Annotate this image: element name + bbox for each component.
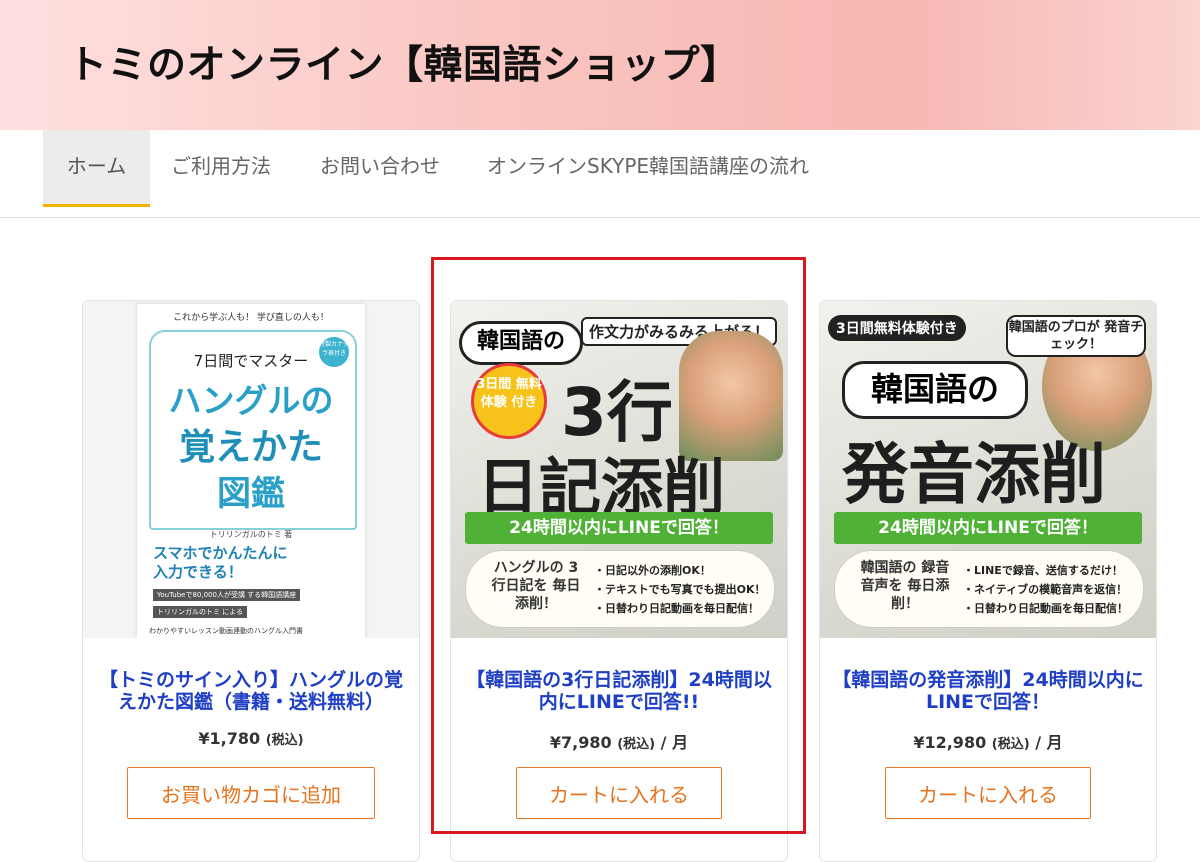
product-image[interactable]: 3日間無料体験付き 韓国語のプロが 発音チェック！ 韓国語の 発音添削 24時間… — [820, 301, 1156, 638]
promo-feature-box: ハングルの 3行日記を 毎日添削！ ・日記以外の添削OK！ ・テキストでも写真で… — [465, 550, 775, 628]
promo-green-bar: 24時間以内にLINEで回答！ — [465, 512, 773, 544]
promo-big: 発音添削 — [842, 436, 1106, 513]
add-to-cart-button[interactable]: カートに入れる — [516, 767, 722, 819]
price-period: / 月 — [1029, 733, 1063, 752]
tax-label: (税込) — [617, 737, 656, 752]
promo-bullet: ・日記以外の添削OK！ — [594, 564, 711, 577]
nav-item-contact[interactable]: お問い合わせ — [320, 130, 440, 204]
tax-label: (税込) — [991, 737, 1030, 752]
book-subtitle: 7日間でマスター — [193, 352, 309, 370]
promo-feature-box: 韓国語の 録音音声を 毎日添削！ ・LINEで録音、送信するだけ！ ・ネイティブ… — [834, 550, 1144, 628]
promo-bullets: ・日記以外の添削OK！ ・テキストでも写真でも提出OK！ ・日替わり日記動画を毎… — [594, 561, 766, 618]
book-title-line2: 覚えかた — [178, 427, 323, 468]
promo-laurel: ハングルの 3行日記を 毎日添削！ — [491, 560, 581, 612]
promo-pill: 韓国語の — [842, 361, 1028, 419]
promo-bullet: ・日替わり日記動画を毎日配信！ — [963, 602, 1128, 615]
promo-bullet: ・ネイティブの模範音声を返信！ — [963, 583, 1128, 596]
promo-catch: 韓国語のプロが 発音チェック！ — [1006, 315, 1146, 357]
book-lower-heading-1: スマホでかんたんに — [153, 544, 288, 562]
book-title-line3: 図鑑 — [217, 474, 285, 514]
trial-badge: 3日間無料体験付き — [828, 315, 966, 341]
promo-bullet: ・LINEで録音、送信するだけ！ — [963, 564, 1123, 577]
tax-label: (税込) — [265, 733, 304, 748]
book-author: トリリンガルのトミ 著 — [209, 530, 293, 539]
price-value: ¥7,980 — [549, 733, 612, 752]
price-period: / 月 — [655, 733, 689, 752]
book-tagline: これから学ぶ人も！ 学び直しの人も！ — [173, 313, 329, 323]
add-to-cart-button[interactable]: カートに入れる — [885, 767, 1091, 819]
book-lower-row-1: YouTubeで80,000人が受講 する韓国語講座 — [153, 589, 301, 601]
nav-item-skype-course-flow[interactable]: オンラインSKYPE韓国語講座の流れ — [487, 130, 809, 204]
product-card: 韓国語の 作文力がみるみる上がる！ 3日間 無料体験 付き 3行 日記添削 24… — [450, 300, 788, 862]
book-lower-row-2: トリリンガルのトミ による — [153, 606, 248, 618]
book-lower-heading-2: 入力できる！ — [153, 563, 243, 581]
site-title[interactable]: トミのオンライン【韓国語ショップ】 — [68, 34, 740, 90]
price-value: ¥1,780 — [198, 729, 261, 748]
product-price: ¥1,780 (税込) — [83, 729, 419, 748]
product-price: ¥12,980 (税込) / 月 — [820, 729, 1156, 753]
book-cover: これから学ぶ人も！ 学び直しの人も！ 特製カナダラ表付き 7日間でマスター ハン… — [137, 304, 365, 638]
promo-bullets: ・LINEで録音、送信するだけ！ ・ネイティブの模範音声を返信！ ・日替わり日記… — [963, 561, 1128, 618]
promo-banner: 韓国語の 作文力がみるみる上がる！ 3日間 無料体験 付き 3行 日記添削 24… — [451, 301, 787, 638]
price-value: ¥12,980 — [913, 733, 987, 752]
product-title[interactable]: 【韓国語の3行日記添削】24時間以内にLINEで回答!! — [461, 669, 777, 713]
book-lower-heading: スマホでかんたんに 入力できる！ — [153, 544, 288, 582]
add-to-cart-button[interactable]: お買い物カゴに追加 — [127, 767, 375, 819]
main-nav: ホーム ご利用方法 お問い合わせ オンラインSKYPE韓国語講座の流れ — [0, 130, 1200, 218]
promo-green-bar: 24時間以内にLINEで回答！ — [834, 512, 1142, 544]
nav-item-home[interactable]: ホーム — [43, 130, 150, 207]
promo-laurel: 韓国語の 録音音声を 毎日添削！ — [860, 560, 950, 612]
book-lower-foot: わかりやすいレッスン動画連動のハングル入門書 — [149, 627, 303, 635]
nav-item-how-to-use[interactable]: ご利用方法 — [171, 130, 271, 204]
book-title-line1: ハングルの — [168, 381, 334, 420]
product-image[interactable]: これから学ぶ人も！ 学び直しの人も！ 特製カナダラ表付き 7日間でマスター ハン… — [83, 301, 419, 638]
trial-badge: 3日間 無料体験 付き — [471, 363, 547, 439]
product-title[interactable]: 【トミのサイン入り】ハングルの覚えかた図鑑（書籍・送料無料） — [93, 669, 409, 713]
promo-bullet: ・日替わり日記動画を毎日配信！ — [594, 602, 759, 615]
site-header: トミのオンライン【韓国語ショップ】 — [0, 0, 1200, 130]
product-price: ¥7,980 (税込) / 月 — [451, 729, 787, 753]
product-title[interactable]: 【韓国語の発音添削】24時間以内にLINEで回答！ — [830, 669, 1146, 713]
promo-banner: 3日間無料体験付き 韓国語のプロが 発音チェック！ 韓国語の 発音添削 24時間… — [820, 301, 1156, 638]
product-image[interactable]: 韓国語の 作文力がみるみる上がる！ 3日間 無料体験 付き 3行 日記添削 24… — [451, 301, 787, 638]
product-card: これから学ぶ人も！ 学び直しの人も！ 特製カナダラ表付き 7日間でマスター ハン… — [82, 300, 420, 862]
product-card: 3日間無料体験付き 韓国語のプロが 発音チェック！ 韓国語の 発音添削 24時間… — [819, 300, 1157, 862]
promo-bullet: ・テキストでも写真でも提出OK！ — [594, 583, 766, 596]
